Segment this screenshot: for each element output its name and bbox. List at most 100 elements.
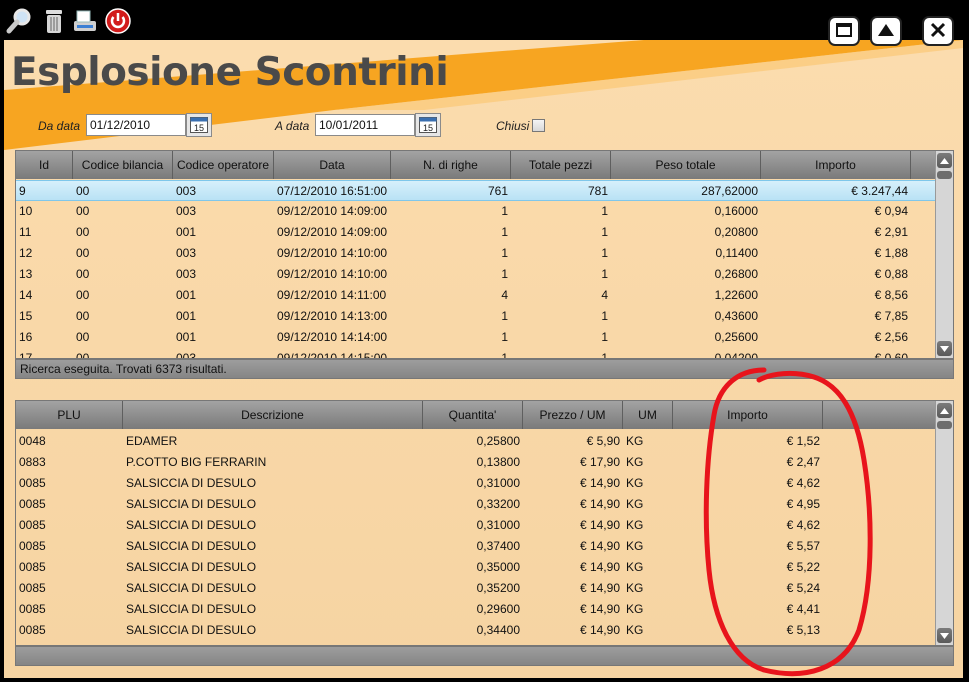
cell-id: 16 xyxy=(19,330,33,344)
cell-quantity: 0,35000 xyxy=(476,560,520,574)
table-row[interactable]: 11 00 001 09/12/2010 14:09:00 1 1 0,20800 € 2,9… xyxy=(16,222,935,243)
receipts-table: Id Codice bilancia Codice operatore Data N. … xyxy=(15,150,954,359)
table-row[interactable]: 0085 SALSICCIA DI DESULO 0,37400 € 14,90 KG €… xyxy=(16,536,935,557)
cell-total-weight: 0,11400 xyxy=(715,246,759,260)
table-row[interactable]: 13 00 003 09/12/2010 14:10:00 1 1 0,26800 € 0,8… xyxy=(16,264,935,285)
receipts-table-header: Id Codice bilancia Codice operatore Data N. … xyxy=(16,151,937,179)
column-header-amount[interactable]: Importo xyxy=(761,151,911,179)
cell-quantity: 0,25800 xyxy=(476,434,520,448)
cell-id: 14 xyxy=(19,288,33,302)
cell-total-pieces: 1 xyxy=(601,330,608,344)
cell-scale-code: 00 xyxy=(76,288,90,302)
cell-amount: € 4,62 xyxy=(786,476,820,490)
power-icon[interactable] xyxy=(104,7,132,35)
column-header-amount[interactable]: Importo xyxy=(673,401,823,429)
cell-date: 09/12/2010 14:13:00 xyxy=(277,309,388,323)
table-row-selected[interactable]: 9 00 003 07/12/2010 16:51:00 761 781 287,62000… xyxy=(16,180,935,201)
to-date-calendar-button[interactable]: 15 xyxy=(415,113,441,137)
column-header-line-count[interactable]: N. di righe xyxy=(391,151,511,179)
column-header-quantity[interactable]: Quantita' xyxy=(423,401,523,429)
scroll-down-button[interactable] xyxy=(937,628,952,643)
scroll-up-button[interactable] xyxy=(937,153,952,168)
table-row[interactable]: 16 00 001 09/12/2010 14:14:00 1 1 0,25600 € 2,5… xyxy=(16,327,935,348)
minimize-button[interactable] xyxy=(870,16,902,46)
column-header-price-per-unit[interactable]: Prezzo / UM xyxy=(523,401,623,429)
column-header-id[interactable]: Id xyxy=(16,151,73,179)
trash-icon[interactable] xyxy=(40,7,68,35)
column-header-unit[interactable]: UM xyxy=(623,401,673,429)
cell-date: 09/12/2010 14:10:00 xyxy=(277,246,388,260)
cell-scale-code: 00 xyxy=(76,309,90,323)
scroll-thumb[interactable] xyxy=(937,171,952,179)
column-header-description[interactable]: Descrizione xyxy=(123,401,423,429)
receipts-scrollbar[interactable] xyxy=(935,151,953,358)
table-row[interactable]: 0085 SALSICCIA DI DESULO 0,31000 € 14,90 KG €… xyxy=(16,473,935,494)
cell-total-pieces: 1 xyxy=(601,309,608,323)
search-icon[interactable] xyxy=(5,7,33,35)
cell-total-pieces: 1 xyxy=(601,246,608,260)
column-header-scale-code[interactable]: Codice bilancia xyxy=(73,151,173,179)
svg-text:15: 15 xyxy=(194,123,204,133)
cell-operator-code: 001 xyxy=(176,330,197,344)
scroll-up-button[interactable] xyxy=(937,403,952,418)
main-window: Esplosione Scontrini Da data 01/12/2010 … xyxy=(4,40,963,678)
to-date-input[interactable]: 10/01/2011 xyxy=(315,114,415,136)
cell-operator-code: 003 xyxy=(176,184,197,198)
cell-line-count: 1 xyxy=(501,225,508,239)
table-row[interactable]: 0085 SALSICCIA DI DESULO 0,35000 € 14,90 KG €… xyxy=(16,557,935,578)
arrow-down-icon xyxy=(940,632,949,639)
cell-plu: 0085 xyxy=(19,602,46,616)
cell-quantity: 0,35200 xyxy=(476,581,520,595)
scroll-thumb[interactable] xyxy=(937,421,952,429)
table-row[interactable]: 12 00 003 09/12/2010 14:10:00 1 1 0,11400 € 1,8… xyxy=(16,243,935,264)
from-date-calendar-button[interactable]: 15 xyxy=(186,113,212,137)
cell-amount: € 5,13 xyxy=(786,623,820,637)
cell-scale-code: 00 xyxy=(76,225,90,239)
maximize-button[interactable] xyxy=(828,16,860,46)
page-title: Esplosione Scontrini xyxy=(11,50,449,95)
table-row[interactable]: 0085 SALSICCIA DI DESULO 0,35200 € 14,90 KG €… xyxy=(16,578,935,599)
column-header-date[interactable]: Data xyxy=(274,151,391,179)
close-button[interactable] xyxy=(922,16,954,46)
table-row[interactable]: 17 00 003 09/12/2010 14:15:00 1 1 0,04200 € 0,6… xyxy=(16,348,935,359)
cell-price-per-unit: € 14,90 xyxy=(579,518,620,532)
cell-quantity: 0,29600 xyxy=(476,602,520,616)
cell-total-weight: 0,20800 xyxy=(714,225,758,239)
scroll-down-button[interactable] xyxy=(937,341,952,356)
scanner-icon[interactable] xyxy=(71,7,99,35)
cell-total-weight: 0,26800 xyxy=(714,267,758,281)
from-date-input[interactable]: 01/12/2010 xyxy=(86,114,186,136)
cell-amount: € 1,52 xyxy=(786,434,820,448)
cell-amount: € 0,88 xyxy=(874,267,908,281)
cell-total-weight: 0,43600 xyxy=(714,309,758,323)
table-row[interactable]: 0085 SALSICCIA DI DESULO 0,29600 € 14,90 KG €… xyxy=(16,599,935,620)
table-row[interactable]: 15 00 001 09/12/2010 14:13:00 1 1 0,43600 € 7,8… xyxy=(16,306,935,327)
details-scrollbar[interactable] xyxy=(935,401,953,645)
column-header-total-pieces[interactable]: Totale pezzi xyxy=(511,151,611,179)
cell-line-count: 1 xyxy=(501,351,508,359)
cell-price-per-unit: € 17,90 xyxy=(579,455,620,469)
cell-operator-code: 003 xyxy=(176,351,197,359)
table-row[interactable]: 14 00 001 09/12/2010 14:11:00 4 4 1,22600 € 8,5… xyxy=(16,285,935,306)
table-row[interactable]: 0085 SALSICCIA DI DESULO 0,34400 € 14,90 KG €… xyxy=(16,620,935,641)
column-header-total-weight[interactable]: Peso totale xyxy=(611,151,761,179)
cell-unit: KG xyxy=(626,497,644,511)
cell-description: EDAMER xyxy=(126,434,178,448)
closed-checkbox[interactable] xyxy=(532,119,545,132)
arrow-down-icon xyxy=(940,345,949,352)
column-header-operator-code[interactable]: Codice operatore xyxy=(173,151,274,179)
cell-date: 09/12/2010 14:11:00 xyxy=(277,288,387,302)
details-table-header: PLU Descrizione Quantita' Prezzo / UM UM Impo… xyxy=(16,401,937,429)
status-bar: Ricerca eseguita. Trovati 6373 risultati… xyxy=(15,359,954,379)
table-row[interactable]: 0883 P.COTTO BIG FERRARIN 0,13800 € 17,90 KG… xyxy=(16,452,935,473)
table-row[interactable]: 0048 EDAMER 0,25800 € 5,90 KG € 1,52 xyxy=(16,431,935,452)
column-header-plu[interactable]: PLU xyxy=(16,401,123,429)
cell-description: SALSICCIA DI DESULO xyxy=(126,623,257,637)
table-row[interactable]: 0085 SALSICCIA DI DESULO 0,31000 € 14,90 KG €… xyxy=(16,515,935,536)
cell-amount: € 4,95 xyxy=(786,497,820,511)
table-row[interactable]: 10 00 003 09/12/2010 14:09:00 1 1 0,16000 € 0,9… xyxy=(16,201,935,222)
table-row[interactable]: 0085 SALSICCIA DI DESULO 0,33200 € 14,90 KG €… xyxy=(16,494,935,515)
cell-description: SALSICCIA DI DESULO xyxy=(126,560,257,574)
cell-plu: 0085 xyxy=(19,581,46,595)
cell-id: 11 xyxy=(19,225,32,239)
